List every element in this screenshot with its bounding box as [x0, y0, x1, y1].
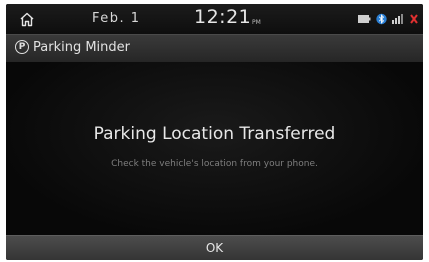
status-ampm: PM — [252, 19, 261, 26]
home-button[interactable] — [6, 4, 48, 34]
status-bar: Feb. 1 12:21 PM — [6, 4, 423, 34]
display-screen: Feb. 1 12:21 PM P Parking Minder Parking… — [6, 4, 423, 260]
dialog-content: Parking Location Transferred Check the v… — [6, 62, 423, 235]
head-unit-frame: Feb. 1 12:21 PM P Parking Minder Parking… — [0, 0, 429, 262]
status-date: Feb. 1 — [92, 11, 141, 26]
page-title: Parking Minder — [33, 40, 130, 55]
home-icon — [20, 12, 34, 26]
dialog-title: Parking Location Transferred — [93, 124, 336, 144]
dialog-message: Check the vehicle's location from your p… — [111, 159, 318, 169]
battery-icon — [358, 15, 371, 23]
status-time: 12:21 — [194, 6, 252, 28]
status-icons — [358, 12, 418, 26]
parking-icon: P — [15, 40, 29, 54]
signal-icon — [392, 14, 403, 24]
bluetooth-icon — [376, 13, 387, 25]
header-bar: P Parking Minder — [6, 34, 423, 63]
ok-button[interactable]: OK — [6, 235, 423, 260]
mute-icon — [410, 14, 418, 24]
